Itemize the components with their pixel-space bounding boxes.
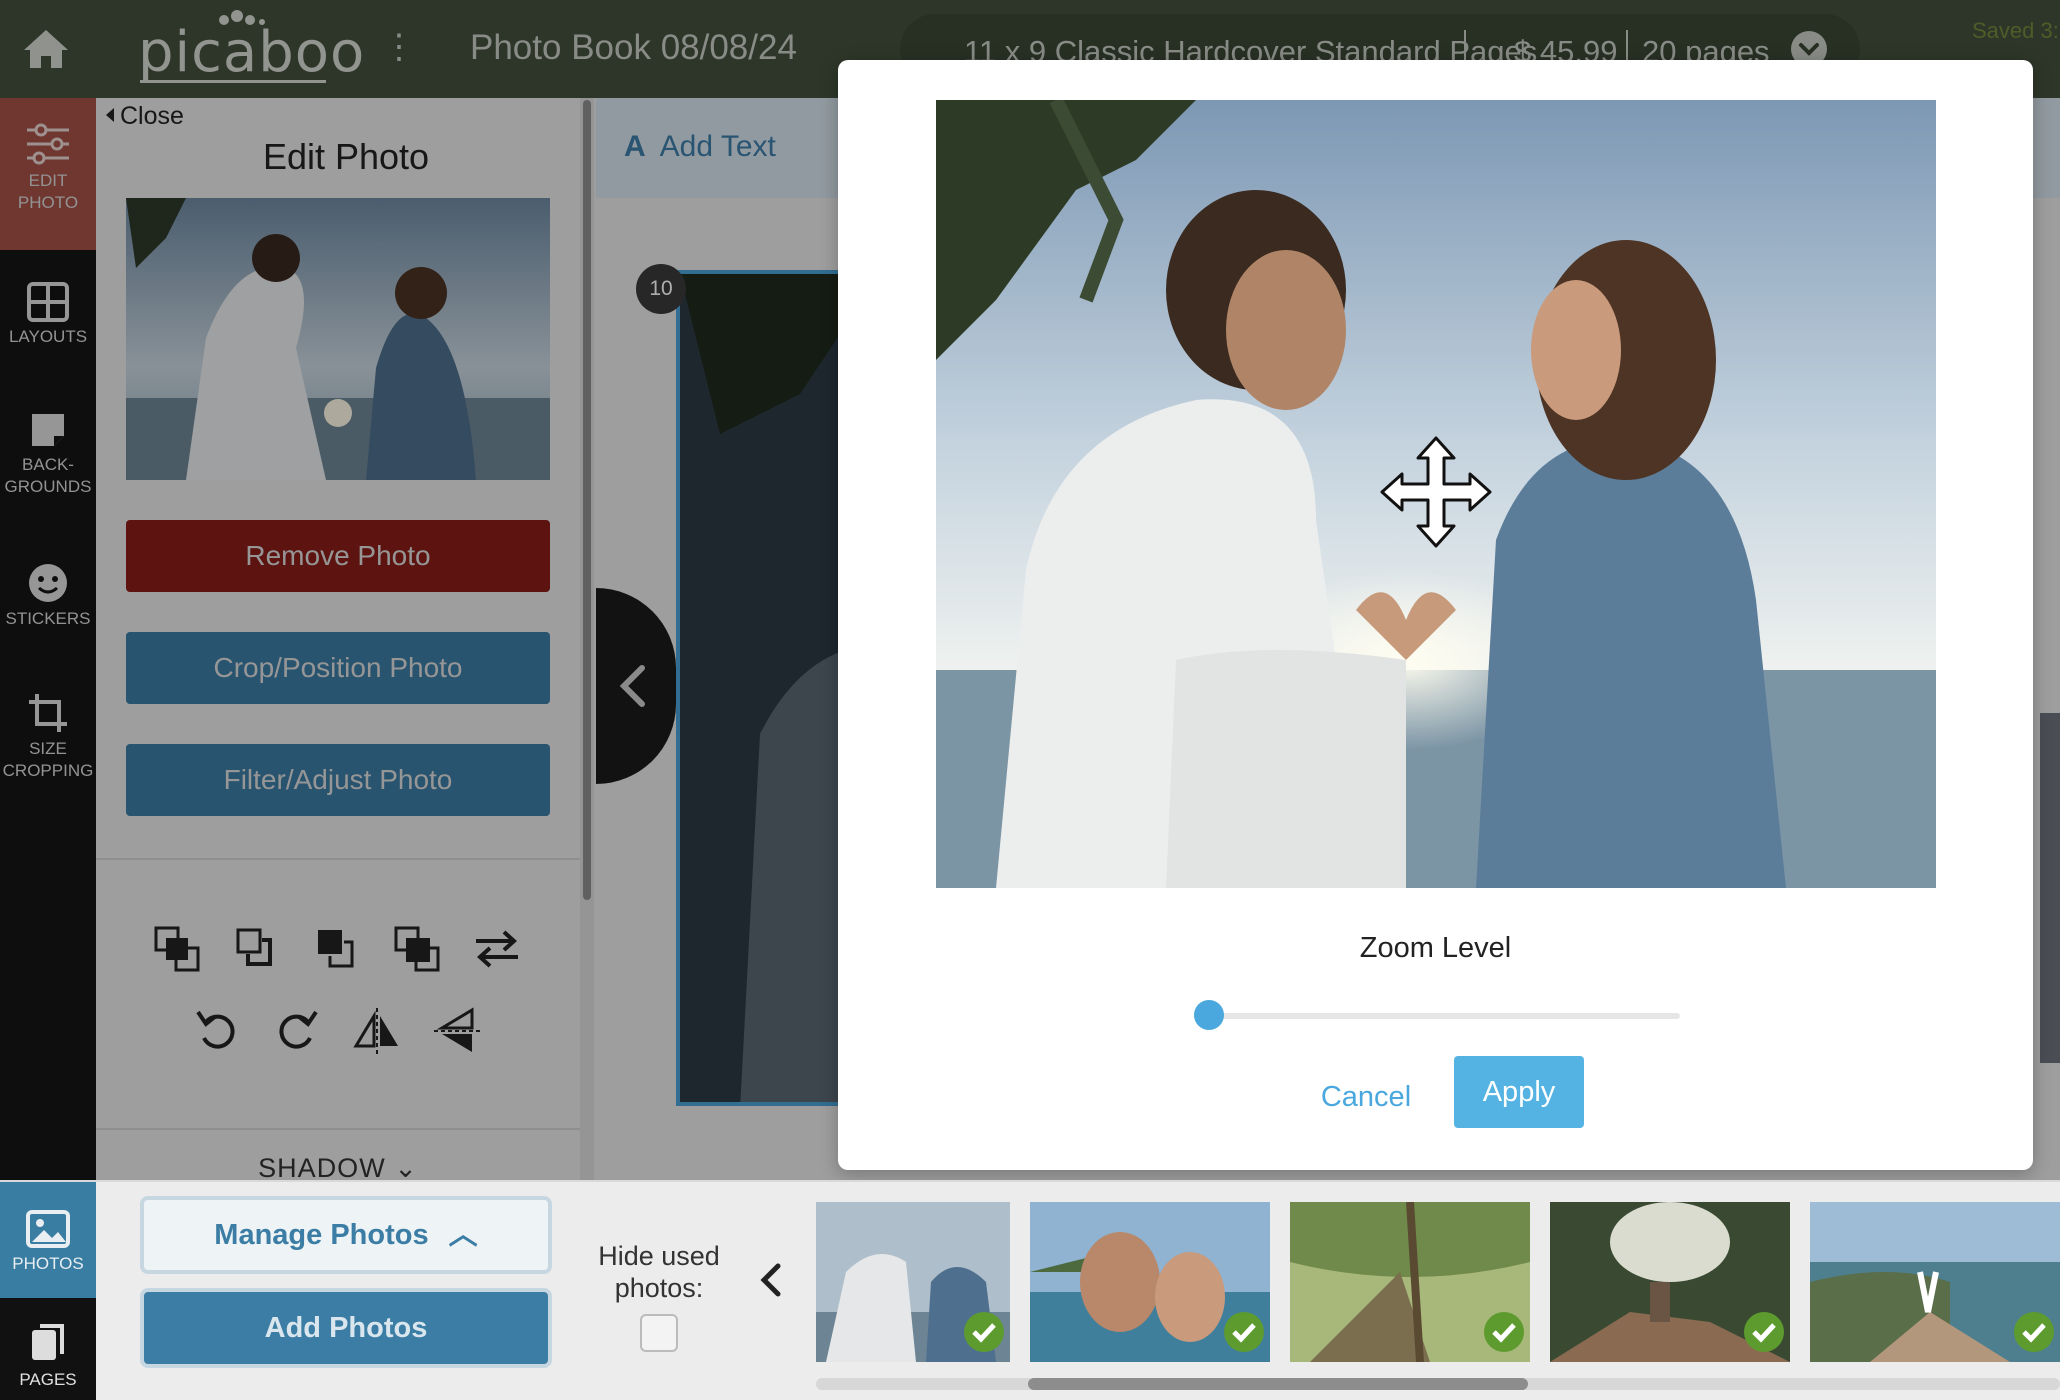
rail-pages[interactable]: PAGES — [0, 1298, 96, 1400]
crop-position-dialog: Zoom Level Cancel Apply — [838, 60, 2033, 1170]
photo-strip — [816, 1202, 2060, 1362]
image-icon — [26, 1210, 70, 1248]
manage-photos-button[interactable]: Manage Photos ︿ — [140, 1196, 552, 1274]
rail-label: PAGES — [19, 1370, 77, 1389]
rail-photos[interactable]: PHOTOS — [0, 1182, 96, 1298]
zoom-slider-track[interactable] — [1194, 1013, 1680, 1019]
hide-used-label: Hide used photos: — [598, 1241, 720, 1303]
hide-used-checkbox[interactable] — [640, 1314, 678, 1352]
apply-button[interactable]: Apply — [1454, 1056, 1584, 1128]
zoom-slider[interactable] — [1194, 1000, 1680, 1030]
add-photos-button[interactable]: Add Photos — [140, 1288, 552, 1368]
photo-tray: PHOTOS PAGES Manage Photos ︿ Add Photos … — [0, 1180, 2060, 1400]
zoom-level-label: Zoom Level — [1359, 932, 1512, 964]
photo-tile[interactable] — [1290, 1202, 1530, 1362]
photo-strip-scroll-thumb[interactable] — [1028, 1378, 1528, 1390]
photo-strip-scrollbar[interactable] — [816, 1378, 2060, 1390]
pages-icon — [32, 1324, 64, 1360]
used-check-icon — [964, 1312, 1004, 1352]
photo-tile[interactable] — [1810, 1202, 2060, 1362]
photo-tile[interactable] — [1030, 1202, 1270, 1362]
photo-tile[interactable] — [1550, 1202, 1790, 1362]
used-check-icon — [1224, 1312, 1264, 1352]
manage-photos-label: Manage Photos — [214, 1219, 429, 1251]
used-check-icon — [1484, 1312, 1524, 1352]
cancel-button[interactable]: Cancel — [1306, 1072, 1426, 1122]
used-check-icon — [2014, 1312, 2054, 1352]
rail-label: PHOTOS — [12, 1254, 84, 1273]
chevron-up-icon: ︿ — [448, 1219, 478, 1251]
photo-tile[interactable] — [816, 1202, 1010, 1362]
zoom-slider-knob[interactable] — [1194, 1000, 1224, 1030]
used-check-icon — [1744, 1312, 1784, 1352]
chevron-left-icon[interactable] — [756, 1260, 786, 1300]
move-cursor-icon — [1380, 436, 1492, 548]
